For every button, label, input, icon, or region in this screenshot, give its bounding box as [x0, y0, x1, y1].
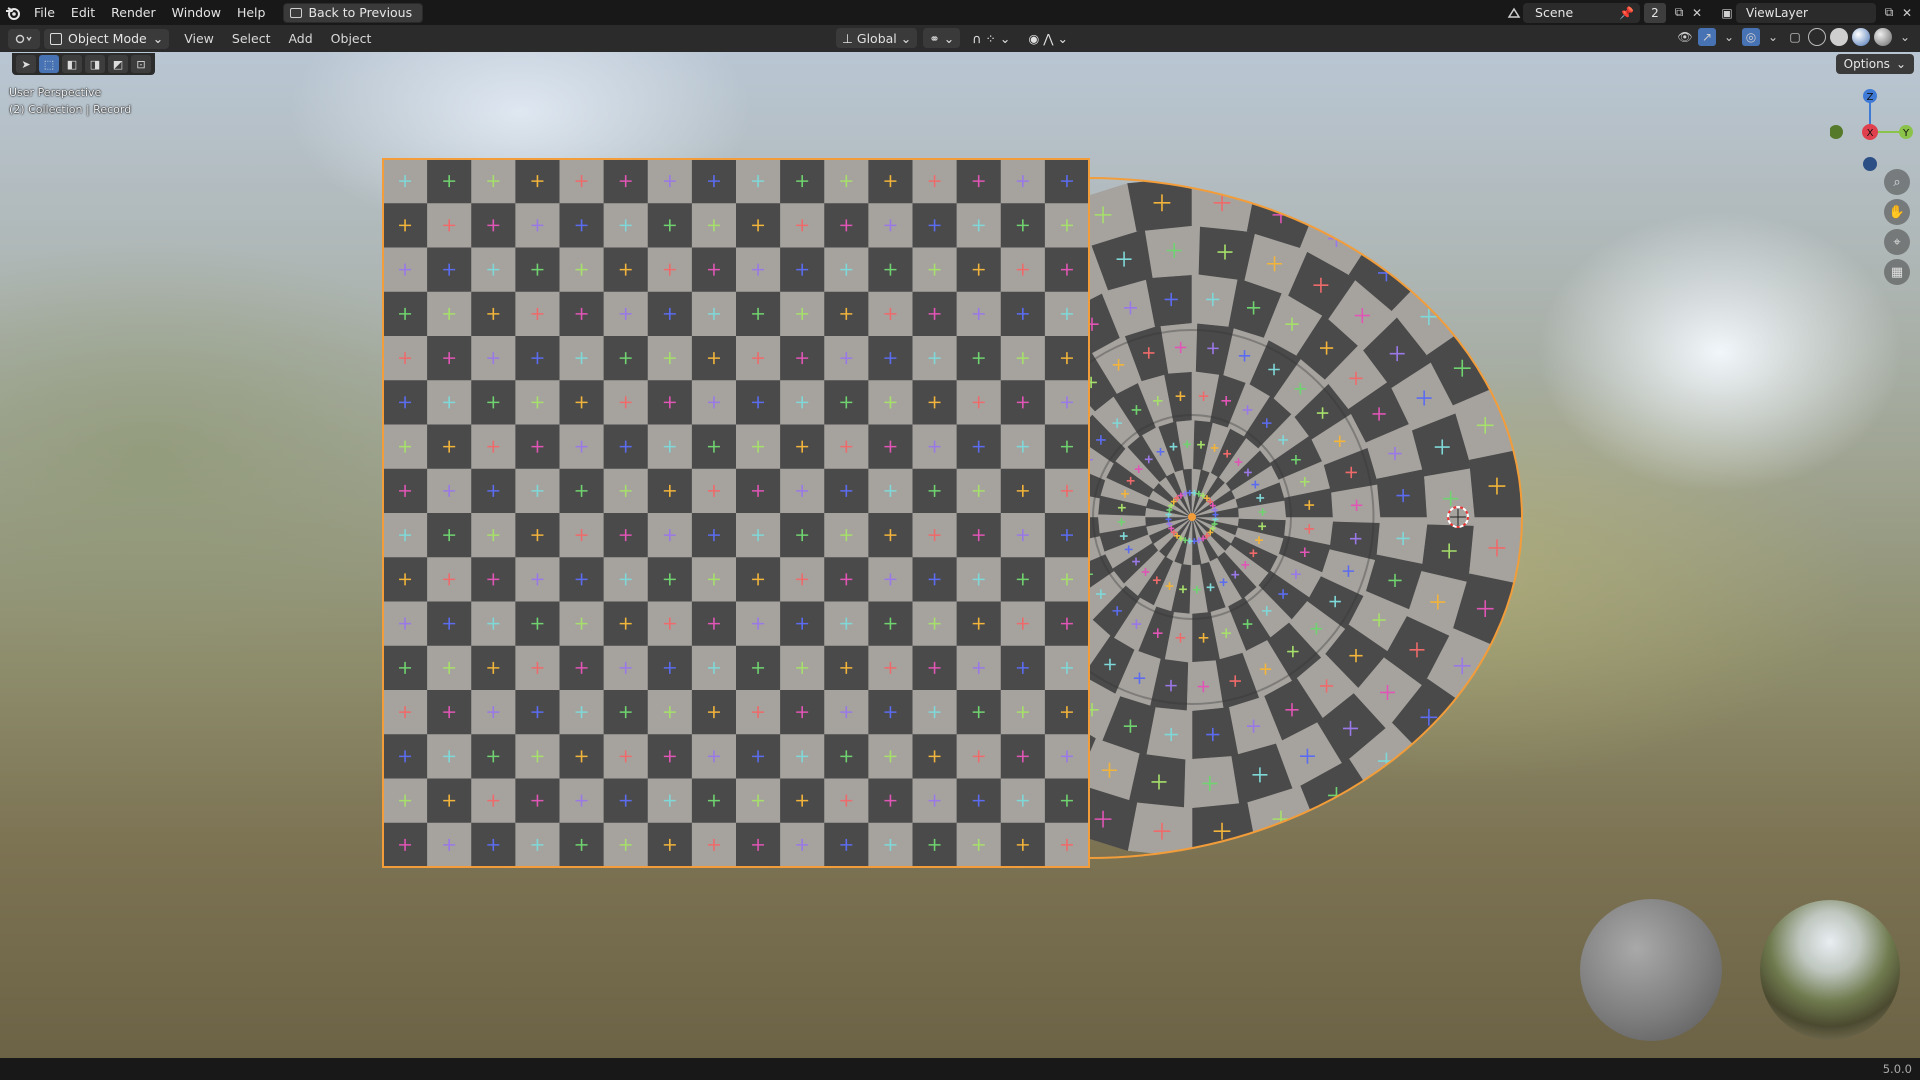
overlays-toggle-icon[interactable]: ◎	[1742, 28, 1760, 46]
chevron-down-icon: ⌄	[999, 30, 1011, 46]
pivot-icon: ⚭	[929, 30, 940, 46]
visibility-icon[interactable]: 👁	[1676, 28, 1694, 46]
3d-cursor-icon[interactable]	[1447, 506, 1469, 528]
zoom-icon[interactable]: ⌕	[1884, 169, 1910, 195]
chevron-down-icon: ⌄	[152, 31, 164, 46]
back-to-previous-label: Back to Previous	[308, 5, 413, 20]
menu-edit[interactable]: Edit	[63, 0, 103, 25]
menu-window[interactable]: Window	[164, 0, 229, 25]
menu-render[interactable]: Render	[103, 0, 164, 25]
snap-grid-icon: ⁘	[985, 30, 996, 46]
view-layer-icon[interactable]: ▣	[1718, 4, 1736, 22]
object-mode-selector[interactable]: Object Mode ⌄	[44, 28, 170, 49]
chevron-down-icon: ⌄	[1057, 30, 1069, 46]
menu-help[interactable]: Help	[229, 0, 274, 25]
version-label: 5.0.0	[1882, 1062, 1912, 1076]
grid-icon[interactable]: ▦	[1884, 259, 1910, 285]
wireframe-shading-icon[interactable]	[1808, 28, 1826, 46]
menu-view[interactable]: View	[175, 31, 223, 46]
viewport-header: Object Mode ⌄ View Select Add Object ⊥ G…	[0, 25, 1920, 52]
view-layer-name[interactable]: ViewLayer	[1742, 6, 1808, 20]
chevron-down-icon[interactable]: ⌄	[1764, 28, 1782, 46]
object-mode-label: Object Mode	[68, 31, 147, 46]
top-bar: File Edit Render Window Help Back to Pre…	[0, 0, 1920, 25]
blender-logo-icon[interactable]	[0, 0, 26, 25]
material-shading-icon[interactable]	[1852, 28, 1870, 46]
delete-scene-icon[interactable]: ✕	[1688, 4, 1706, 22]
delete-view-layer-icon[interactable]: ✕	[1898, 4, 1916, 22]
orientation-icon: ⊥	[842, 30, 853, 46]
camera-icon[interactable]: ⌖	[1884, 229, 1910, 255]
screen-icon	[290, 7, 303, 18]
status-bar: 5.0.0	[0, 1058, 1920, 1080]
scene-user-count[interactable]: 2	[1644, 2, 1666, 23]
checker-plane[interactable]	[383, 159, 1090, 868]
view-layer-selector[interactable]: ViewLayer	[1736, 2, 1876, 23]
magnet-icon: ∩	[972, 30, 982, 46]
transform-tools: ⊥ Global ⌄ ⚭ ⌄ ∩ ⁘ ⌄ ◉ ⋀ ⌄	[836, 28, 1074, 48]
solid-shading-icon[interactable]	[1830, 28, 1848, 46]
menu-file[interactable]: File	[26, 0, 63, 25]
menu-object[interactable]: Object	[322, 31, 381, 46]
proportional-icon: ◉	[1028, 30, 1040, 46]
axis-neg-z-handle[interactable]	[1863, 157, 1877, 171]
scene-name-field[interactable]: Scene	[1529, 5, 1619, 20]
workspace-controls: Scene 📌 2 ⧉ ✕ ▣ ViewLayer ⧉ ✕	[1505, 0, 1920, 25]
object-origin-dot	[1188, 513, 1196, 521]
axis-z-label[interactable]: Z	[1867, 92, 1874, 103]
axis-x-label[interactable]: X	[1867, 128, 1874, 139]
chevron-down-icon[interactable]: ⌄	[1720, 28, 1738, 46]
menu-add[interactable]: Add	[279, 31, 321, 46]
axis-y-label[interactable]: Y	[1902, 128, 1910, 139]
falloff-icon: ⋀	[1043, 30, 1054, 46]
pivot-point-selector[interactable]: ⚭ ⌄	[923, 28, 961, 48]
menu-select[interactable]: Select	[223, 31, 280, 46]
editor-type-selector[interactable]	[8, 28, 40, 49]
xray-toggle-icon[interactable]: ▢	[1786, 28, 1804, 46]
hdri-preview-sphere	[1760, 900, 1900, 1040]
navigation-gizmo[interactable]: Z Y X	[1830, 84, 1920, 174]
transform-orientation-selector[interactable]: ⊥ Global ⌄	[836, 28, 918, 48]
3d-viewport[interactable]: ➤ ⬚ ◧ ◨ ◩ ⊡ User Perspective (2) Collect…	[0, 52, 1920, 1058]
viewport-display-tools: 👁 ↗ ⌄ ◎ ⌄ ▢ ⌄	[1676, 28, 1914, 46]
matcap-preview-sphere	[1580, 899, 1722, 1041]
snap-toggle[interactable]: ∩ ⁘ ⌄	[966, 28, 1016, 48]
object-mode-icon	[50, 32, 62, 45]
axis-neg-y-handle[interactable]	[1830, 125, 1843, 139]
new-scene-icon[interactable]: ⧉	[1670, 4, 1688, 22]
gizmo-toggle-icon[interactable]: ↗	[1698, 28, 1716, 46]
scene-icon[interactable]	[1505, 4, 1523, 22]
chevron-down-icon[interactable]: ⌄	[1896, 28, 1914, 46]
hand-icon[interactable]: ✋	[1884, 199, 1910, 225]
chevron-down-icon: ⌄	[943, 30, 955, 46]
rendered-shading-icon[interactable]	[1874, 28, 1892, 46]
pin-icon[interactable]: 📌	[1619, 6, 1634, 20]
scene-selector[interactable]: Scene 📌	[1523, 2, 1640, 23]
new-view-layer-icon[interactable]: ⧉	[1880, 4, 1898, 22]
proportional-edit-toggle[interactable]: ◉ ⋀ ⌄	[1022, 28, 1074, 48]
back-to-previous-button[interactable]: Back to Previous	[283, 2, 424, 23]
chevron-down-icon: ⌄	[900, 30, 912, 46]
transform-orientation-label: Global	[856, 30, 897, 46]
